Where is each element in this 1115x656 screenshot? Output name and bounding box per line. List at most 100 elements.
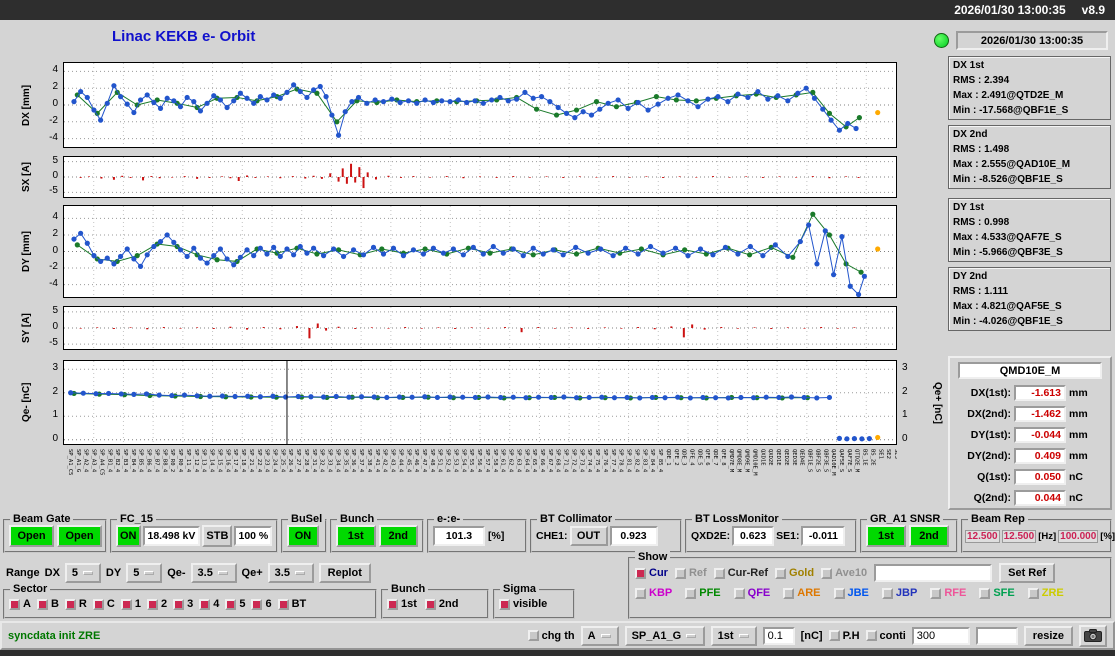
bunch-checkbox-2nd[interactable]: 2nd	[424, 598, 458, 610]
checkbox-indicator	[225, 598, 237, 610]
sector-checkbox-5[interactable]: 5	[225, 598, 245, 610]
sector-checkbox-4[interactable]: 4	[199, 598, 219, 610]
sector-checkbox-A[interactable]: A	[9, 598, 31, 610]
set-ref-button[interactable]: Set Ref	[999, 563, 1056, 583]
bpm-label: SP_48_4	[428, 449, 435, 473]
gr-snsr-1st-button[interactable]: 1st	[866, 525, 906, 547]
checkbox-label: KBP	[649, 587, 673, 599]
stat-rms: RMS : 0.998	[953, 217, 1010, 228]
ee-ratio-field[interactable]: 101.3	[433, 526, 485, 546]
sector-checkbox-C[interactable]: C	[92, 598, 115, 610]
checkbox-label: BT	[291, 598, 307, 610]
beam-gate-open-button-2[interactable]: Open	[57, 525, 102, 547]
se1-value-field[interactable]: -0.011	[801, 526, 846, 546]
bunch-checkbox-1st[interactable]: 1st	[387, 598, 417, 610]
che1-value-field[interactable]: 0.923	[609, 526, 658, 546]
qmd-row-unit: mm	[1069, 386, 1088, 399]
show-checkbox-Ave10[interactable]: Ave10	[821, 567, 867, 579]
qmd-row-value: 0.044	[1014, 489, 1066, 506]
bpm-label: SP_21_4	[247, 449, 254, 473]
show-checkbox-RFE[interactable]: RFE	[930, 587, 966, 599]
extra-input[interactable]	[975, 626, 1018, 645]
sector-checkbox-B[interactable]: B	[36, 598, 59, 610]
set-ref-input[interactable]	[874, 564, 993, 582]
fc15-kv-field[interactable]: 18.498 kV	[142, 526, 201, 546]
y-tick-label: 0	[902, 432, 908, 444]
chg-th-checkbox[interactable]: chg th	[527, 630, 575, 642]
sector-checkbox-BT[interactable]: BT	[277, 598, 307, 610]
fc15-stb-button[interactable]: STB	[202, 525, 233, 547]
bpm-label: QBF3E_S	[822, 449, 829, 473]
dx-axis-title: DX [mm]	[21, 84, 32, 126]
che1-out-button[interactable]: OUT	[569, 526, 608, 546]
show-checkbox-JBE[interactable]: JBE	[833, 587, 869, 599]
bpm-label: SP_46_4	[413, 449, 420, 473]
checkbox-indicator	[424, 598, 436, 610]
stat-min: Min : -5.966@QBF3E_S	[953, 247, 1063, 258]
bunch-bottom-label: Bunch	[388, 583, 429, 595]
show-checkbox-Cur-Ref[interactable]: Cur-Ref	[713, 567, 768, 579]
sector-select[interactable]: A	[580, 625, 619, 646]
bpm-label: QXD1E	[759, 449, 766, 466]
show-checkbox-ZRE[interactable]: ZRE	[1027, 587, 1064, 599]
range-qem-select[interactable]: 3.5	[190, 563, 237, 583]
show-checkbox-Ref[interactable]: Ref	[674, 567, 707, 579]
bpm-label: SP_84_4	[649, 449, 656, 473]
checkbox-indicator	[828, 630, 840, 641]
range-qep-select[interactable]: 3.5	[267, 563, 314, 583]
gr-snsr-2nd-button[interactable]: 2nd	[909, 525, 949, 547]
sector-checkbox-1[interactable]: 1	[120, 598, 141, 610]
conti-checkbox[interactable]: conti	[865, 630, 906, 642]
checkbox-label: C	[106, 598, 115, 610]
bunch-select[interactable]: 1st	[710, 625, 757, 646]
sector-checkbox-2[interactable]: 2	[146, 598, 167, 610]
count-input[interactable]	[911, 626, 970, 645]
busel-on-button[interactable]: ON	[287, 525, 319, 547]
sector-checkbox-3[interactable]: 3	[173, 598, 193, 610]
show-checkbox-SFE[interactable]: SFE	[979, 587, 1015, 599]
bunch-1st-button[interactable]: 1st	[336, 525, 376, 547]
replot-button[interactable]: Replot	[318, 563, 371, 583]
status-message: syncdata init ZRE	[8, 629, 101, 642]
qmd-row-value: 0.050	[1014, 468, 1066, 485]
beam-gate-open-button-1[interactable]: Open	[9, 525, 54, 547]
y-tick-label: 2	[902, 385, 908, 397]
show-checkbox-JBP[interactable]: JBP	[881, 587, 917, 599]
ph-checkbox[interactable]: P.H	[828, 630, 860, 642]
show-checkbox-PFE[interactable]: PFE	[685, 587, 721, 599]
show-checkbox-ARE[interactable]: ARE	[783, 587, 821, 599]
sigma-checkbox-visible[interactable]: visible	[499, 598, 547, 610]
checkbox-indicator	[930, 587, 942, 599]
bpm-select[interactable]: SP_A1_G	[624, 625, 705, 646]
fc15-on-button[interactable]: ON	[116, 525, 141, 547]
qmd-row-unit: mm	[1069, 428, 1088, 441]
y-tick-label: -5	[49, 185, 58, 197]
show-checkbox-KBP[interactable]: KBP	[635, 587, 672, 599]
fc15-pct-field[interactable]: 100 %	[234, 526, 273, 546]
bpm-label: QED3E	[790, 449, 797, 466]
show-checkbox-Gold[interactable]: Gold	[775, 567, 814, 579]
range-dy-select[interactable]: 5	[126, 563, 163, 583]
beam-rep-hz-unit: [Hz]	[1038, 530, 1057, 542]
show-checkbox-Cur[interactable]: Cur	[635, 567, 668, 579]
checkbox-indicator	[979, 587, 991, 599]
qxd2e-value-field[interactable]: 0.623	[732, 526, 775, 546]
busel-label: BuSel	[288, 513, 326, 525]
checkbox-label: SFE	[993, 587, 1015, 599]
bpm-label: SP_66_4	[539, 449, 545, 473]
bunch-2nd-button[interactable]: 2nd	[378, 525, 418, 547]
show-checkbox-QFE[interactable]: QFE	[733, 587, 770, 599]
checkbox-label: R	[78, 598, 87, 610]
resize-button[interactable]: resize	[1023, 625, 1073, 646]
stat-box-dx1: DX 1st RMS : 2.394 Max : 2.491@QTD2E_M M…	[948, 56, 1111, 120]
threshold-input[interactable]	[762, 626, 795, 645]
sector-checkbox-6[interactable]: 6	[251, 598, 272, 610]
bpm-label: QAF7E_S	[845, 449, 852, 473]
beam-gate-group: Beam Gate Open Open	[3, 513, 107, 553]
sector-checkbox-R[interactable]: R	[64, 598, 87, 610]
camera-icon	[1084, 629, 1102, 642]
range-dx-select[interactable]: 5	[64, 563, 101, 583]
y-tick-label: 0	[52, 98, 58, 109]
screenshot-camera-button[interactable]	[1079, 624, 1107, 647]
chart-canvas	[64, 63, 896, 147]
